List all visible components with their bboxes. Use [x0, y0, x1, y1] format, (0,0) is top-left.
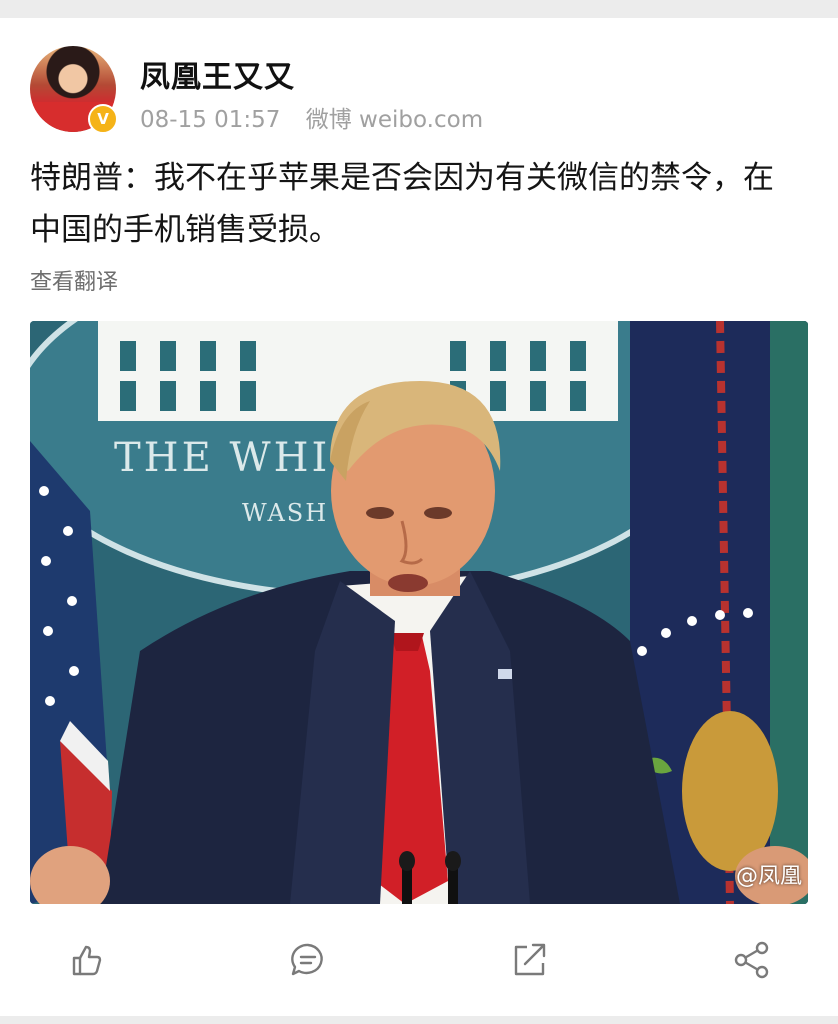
author-name[interactable]: 凤凰王又又 [140, 52, 295, 96]
like-button[interactable] [64, 938, 108, 982]
post-meta: 08-15 01:57 微博 weibo.com [140, 100, 501, 134]
post-source: 微博 weibo.com [305, 107, 484, 133]
weibo-watermark: @凤凰 [735, 864, 802, 889]
press-conference-photo: THE WHI OUSE WASH [30, 321, 808, 904]
share-icon [734, 941, 769, 979]
verified-badge-icon: V [88, 104, 118, 134]
repost-icon [514, 943, 546, 976]
action-bar [0, 938, 838, 982]
translate-link[interactable]: 查看翻译 [30, 264, 118, 296]
share-button[interactable] [730, 938, 774, 982]
comment-icon [291, 943, 323, 976]
comment-button[interactable] [286, 938, 330, 982]
weibo-post-card: V 凤凰王又又 08-15 01:57 微博 weibo.com 特朗普：我不在… [0, 18, 838, 1016]
seal-text-bottom: WASH [242, 499, 328, 527]
post-image[interactable]: THE WHI OUSE WASH @凤凰 [30, 321, 808, 904]
post-text: 特朗普：我不在乎苹果是否会因为有关微信的禁令，在中国的手机销售受损。 [30, 160, 774, 248]
post-time: 08-15 01:57 [140, 107, 281, 133]
like-icon [72, 945, 102, 976]
repost-button[interactable] [507, 938, 551, 982]
